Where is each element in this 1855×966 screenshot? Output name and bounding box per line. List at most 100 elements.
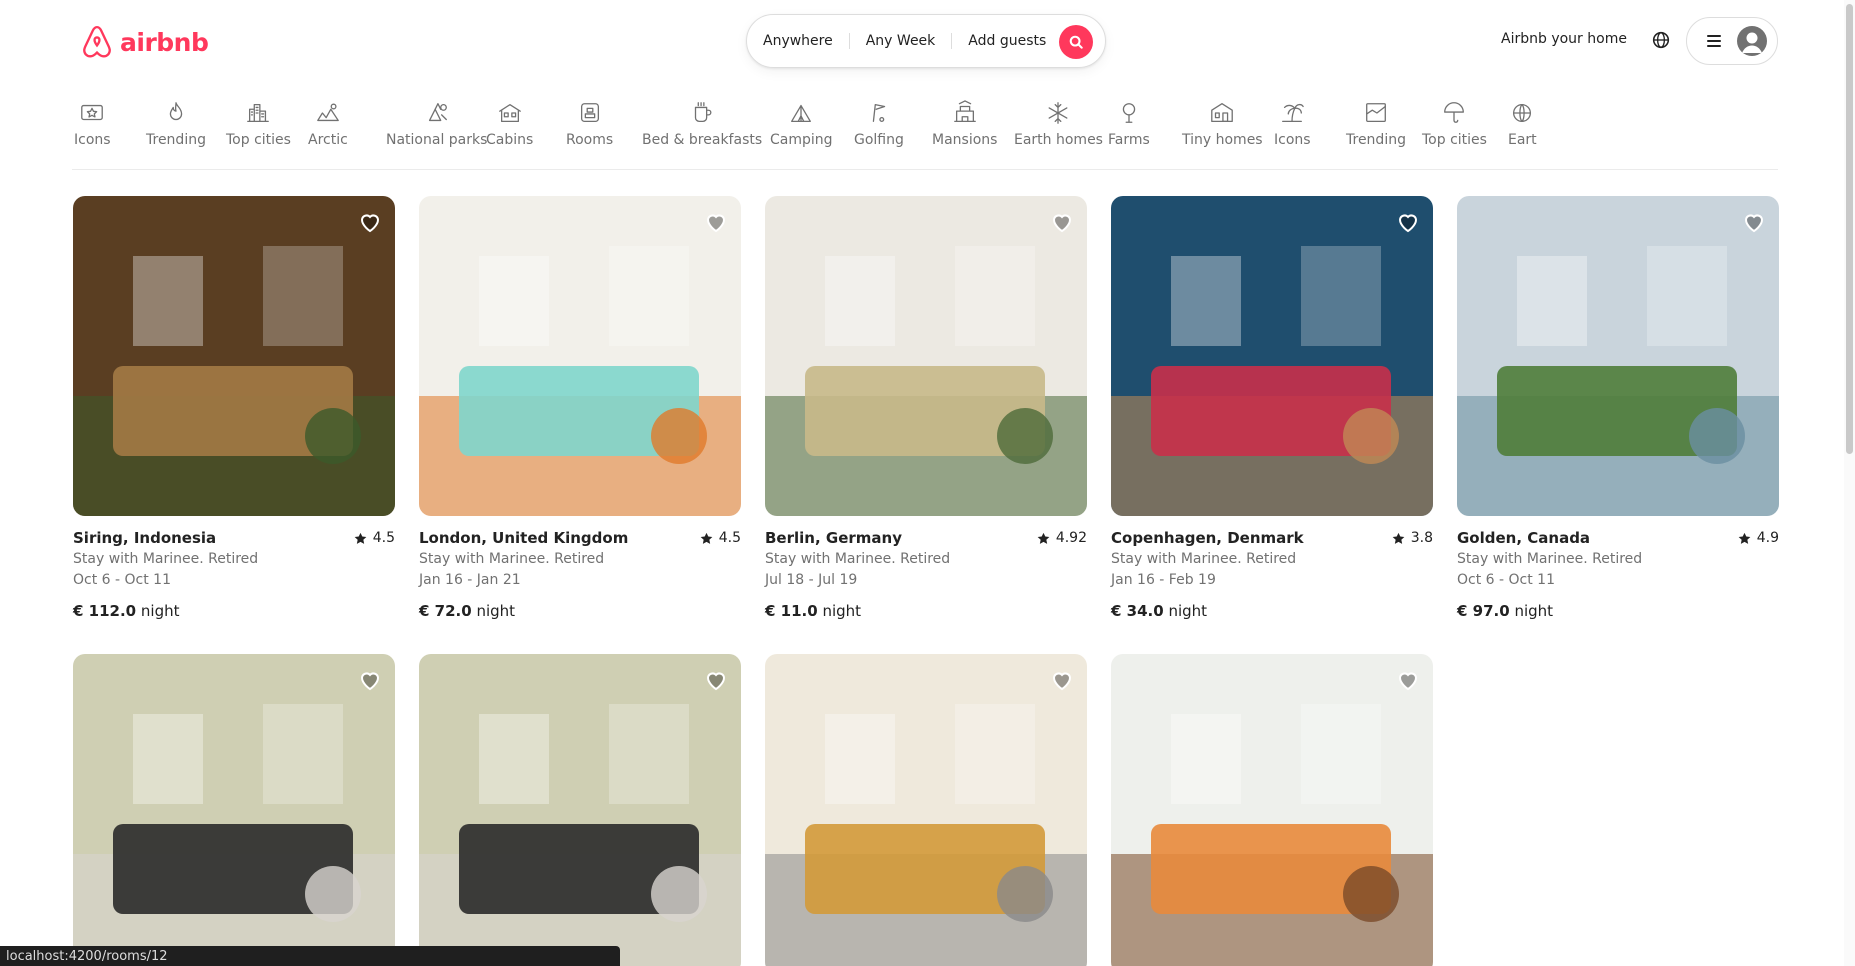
scrollbar-thumb[interactable]	[1846, 4, 1853, 454]
listing-photo-art	[1457, 196, 1779, 516]
heart-icon[interactable]	[1050, 668, 1074, 692]
listing-card[interactable]	[419, 654, 741, 966]
scrollbar[interactable]	[1844, 0, 1855, 966]
listing-location[interactable]: Golden, Canada	[1457, 528, 1590, 549]
heart-icon[interactable]	[1396, 668, 1420, 692]
search-add-guests[interactable]: Add guests	[952, 33, 1062, 49]
listing-photo[interactable]	[419, 654, 741, 966]
listing-card[interactable]	[1111, 654, 1433, 966]
listing-photo[interactable]	[1111, 654, 1433, 966]
category-bar: Icons Trending Top cities Arctic National pa…	[72, 86, 1778, 170]
category-tiny-homes[interactable]: Tiny homes	[1182, 100, 1263, 148]
rating-value: 4.92	[1055, 530, 1087, 546]
listing-card[interactable]: Siring, Indonesia 4.5 Stay with Marinee. R…	[73, 196, 395, 622]
camping-icon	[791, 104, 812, 123]
listing-host: Stay with Marinee. Retired	[73, 551, 259, 567]
search-anywhere[interactable]: Anywhere	[763, 33, 850, 49]
listing-location[interactable]: London, United Kingdom	[419, 528, 628, 549]
category-trending[interactable]: Trending	[1346, 100, 1406, 148]
search-button[interactable]	[1059, 25, 1093, 59]
heart-icon[interactable]	[1396, 210, 1420, 234]
category-top-cities[interactable]: Top cities	[226, 100, 291, 148]
listing-card[interactable]: London, United Kingdom 4.5 Stay with Marin…	[419, 196, 741, 622]
heart-icon[interactable]	[1050, 210, 1074, 234]
category-label: Cabins	[486, 132, 534, 148]
category-icons[interactable]: Icons	[1274, 100, 1311, 148]
category-rooms[interactable]: Rooms	[566, 100, 613, 148]
airbnb-logo[interactable]: airbnb	[80, 24, 209, 60]
search-icon	[1069, 35, 1083, 49]
category-top-cities[interactable]: Top cities	[1422, 100, 1487, 148]
listing-card[interactable]: Berlin, Germany 4.92 Stay with Marinee. Re…	[765, 196, 1087, 622]
listing-photo-art	[765, 196, 1087, 516]
heart-icon[interactable]	[704, 210, 728, 234]
listing-host: Stay with Marinee. Retired	[765, 551, 951, 567]
category-label: Icons	[74, 132, 111, 148]
price-value: € 72.0	[419, 602, 472, 620]
listing-rating: 4.5	[700, 528, 741, 549]
listing-host: Stay with Marinee. Retired	[1457, 551, 1643, 567]
category-label: Earth homes	[1014, 132, 1103, 148]
category-label: Arctic	[308, 132, 348, 148]
snowflake-icon	[1049, 102, 1068, 124]
category-bed-breakfasts[interactable]: Bed & breakfasts	[642, 100, 762, 148]
heart-icon[interactable]	[704, 668, 728, 692]
farm-icon	[1122, 103, 1136, 123]
heart-icon[interactable]	[358, 210, 382, 234]
search-bar[interactable]: Anywhere Any Week Add guests	[746, 14, 1106, 68]
category-farms[interactable]: Farms	[1108, 100, 1150, 148]
airbnb-your-home-link[interactable]: Airbnb your home	[1501, 31, 1627, 47]
category-golfing[interactable]: Golfing	[854, 100, 904, 148]
price-unit: night	[476, 602, 516, 620]
category-cabins[interactable]: Cabins	[486, 100, 533, 148]
category-label: National parks	[386, 132, 488, 148]
listing-location[interactable]: Siring, Indonesia	[73, 528, 216, 549]
listing-photo[interactable]	[765, 196, 1087, 516]
category-mansions[interactable]: Mansions	[932, 100, 997, 148]
listing-price: € 34.0 night	[1111, 601, 1433, 622]
listing-card[interactable]: Copenhagen, Denmark 3.8 Stay with Marinee.…	[1111, 196, 1433, 622]
listing-photo[interactable]	[73, 196, 395, 516]
user-menu-button[interactable]	[1686, 17, 1778, 65]
category-icons[interactable]: Icons	[74, 100, 111, 148]
listing-location[interactable]: Berlin, Germany	[765, 528, 902, 549]
breakfast-icon	[694, 102, 712, 123]
category-national-parks[interactable]: National parks	[386, 100, 487, 148]
earth-icon	[1513, 103, 1532, 123]
tiny-home-icon	[1211, 103, 1234, 123]
category-arctic[interactable]: Arctic	[308, 100, 348, 148]
search-any-week[interactable]: Any Week	[850, 33, 953, 49]
hamburger-menu-icon	[1707, 35, 1721, 47]
heart-icon[interactable]	[1742, 210, 1766, 234]
listing-location[interactable]: Copenhagen, Denmark	[1111, 528, 1304, 549]
listing-photo[interactable]	[73, 654, 395, 966]
star-icon	[1392, 532, 1405, 544]
category-camping[interactable]: Camping	[770, 100, 833, 148]
category-label: Top cities	[226, 132, 291, 148]
airbnb-logo-icon	[83, 25, 111, 58]
listing-card[interactable]	[765, 654, 1087, 966]
listing-price: € 112.0 night	[73, 601, 395, 622]
listing-photo[interactable]	[1111, 196, 1433, 516]
status-url: localhost:4200/rooms/12	[0, 946, 620, 966]
listing-photo-art	[419, 654, 741, 966]
listing-rating: 4.9	[1738, 528, 1779, 549]
globe-icon[interactable]	[1652, 31, 1670, 49]
listing-card[interactable]	[73, 654, 395, 966]
category-earth-homes[interactable]: Earth homes	[1014, 100, 1103, 148]
category-eart[interactable]: Eart	[1508, 100, 1537, 148]
listing-photo-art	[1111, 654, 1433, 966]
listing-photo[interactable]	[765, 654, 1087, 966]
icons-icon	[81, 104, 104, 121]
listing-card[interactable]: Golden, Canada 4.9 Stay with Marinee. Reti…	[1457, 196, 1779, 622]
listing-photo[interactable]	[419, 196, 741, 516]
trending-icon	[1366, 103, 1386, 123]
listing-rating: 4.92	[1037, 528, 1087, 549]
listing-photo[interactable]	[1457, 196, 1779, 516]
logo-text: airbnb	[120, 27, 209, 57]
category-trending[interactable]: Trending	[146, 100, 206, 148]
heart-icon[interactable]	[358, 668, 382, 692]
price-value: € 11.0	[765, 602, 818, 620]
avatar	[1737, 26, 1767, 56]
price-unit: night	[1514, 602, 1554, 620]
